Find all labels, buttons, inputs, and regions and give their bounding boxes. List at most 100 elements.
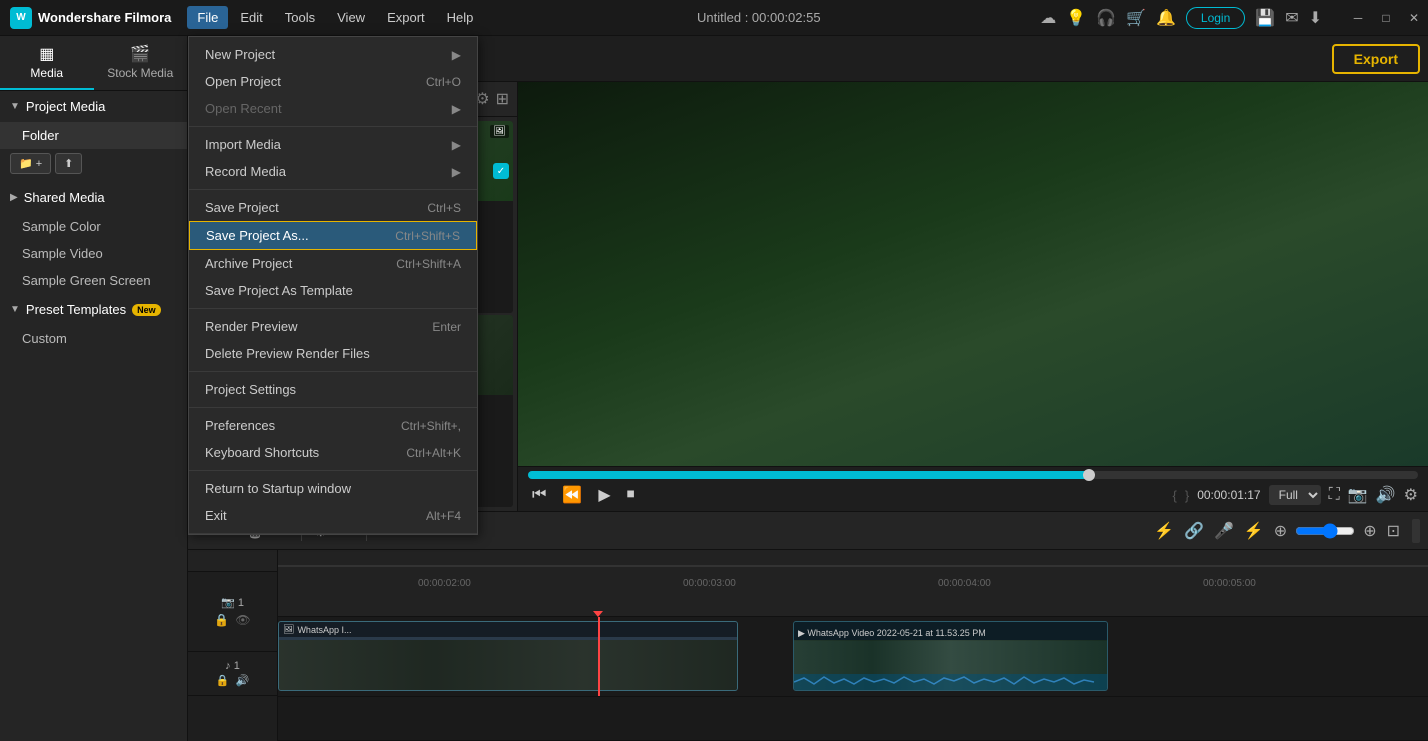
time-display: 00:00:01:17: [1197, 488, 1260, 502]
new-folder-icon: 📁: [19, 157, 33, 170]
maximize-button[interactable]: □: [1372, 4, 1400, 32]
project-settings-label: Project Settings: [205, 382, 296, 397]
collapse-handle[interactable]: [1412, 519, 1420, 543]
sidebar-item-custom[interactable]: Custom: [0, 325, 187, 352]
close-button[interactable]: ✕: [1400, 4, 1428, 32]
menu-file[interactable]: File: [187, 6, 228, 29]
sidebar-item-sample-green[interactable]: Sample Green Screen: [0, 267, 187, 294]
menu-item-save-as-template[interactable]: Save Project As Template: [189, 277, 477, 304]
menu-item-keyboard-shortcuts[interactable]: Keyboard Shortcuts Ctrl+Alt+K: [189, 439, 477, 466]
video-clip[interactable]: ▶ WhatsApp Video 2022-05-21 at 11.53.25 …: [793, 621, 1108, 691]
minimize-button[interactable]: ─: [1344, 4, 1372, 32]
audio-mute-icon[interactable]: 🔊: [236, 674, 250, 687]
menu-item-delete-render-files[interactable]: Delete Preview Render Files: [189, 340, 477, 367]
preview-area: ⏮ ⏪ ▶ ⏹ { } 00:00:01:17 Full ⛶ 📷: [518, 82, 1428, 511]
open-project-shortcut: Ctrl+O: [426, 75, 461, 89]
mute-button[interactable]: 🎤: [1212, 519, 1236, 543]
lock-icon[interactable]: 🔒: [214, 613, 229, 627]
project-media-arrow: ▼: [10, 101, 20, 112]
ruler-mark-4: 00:00:04:00: [938, 578, 991, 589]
menu-edit[interactable]: Edit: [230, 6, 272, 29]
sidebar-section-preset-templates: ▼ Preset Templates New Custom: [0, 294, 187, 352]
bracket-right[interactable]: }: [1185, 488, 1189, 503]
playhead-triangle: [593, 611, 603, 617]
zoom-slider[interactable]: [1295, 523, 1355, 539]
tab-media[interactable]: ▦ Media: [0, 36, 94, 90]
menu-item-open-recent[interactable]: Open Recent ▶: [189, 95, 477, 122]
new-folder-button[interactable]: 📁 +: [10, 153, 51, 174]
zoom-out-button[interactable]: ⊕: [1361, 519, 1378, 543]
audio-lock-icon[interactable]: 🔒: [216, 674, 230, 687]
snapshot-icon[interactable]: 📷: [1348, 485, 1368, 505]
tab-stock-media[interactable]: 🎬 Stock Media: [94, 36, 188, 90]
shop-icon[interactable]: 🛒: [1126, 8, 1146, 28]
cloud-icon[interactable]: ☁: [1040, 8, 1056, 28]
mail-icon[interactable]: ✉: [1285, 8, 1298, 28]
stop-button[interactable]: ⏹: [623, 484, 639, 506]
quality-select[interactable]: Full: [1269, 485, 1321, 505]
sidebar-item-sample-video[interactable]: Sample Video: [0, 240, 187, 267]
menu-item-preferences[interactable]: Preferences Ctrl+Shift+,: [189, 412, 477, 439]
clip-connect-button[interactable]: 🔗: [1182, 519, 1206, 543]
image-clip-header: 🖼 WhatsApp I...: [279, 622, 737, 637]
menu-item-project-settings[interactable]: Project Settings: [189, 376, 477, 403]
sidebar-item-sample-color[interactable]: Sample Color: [0, 213, 187, 240]
fullscreen-icon[interactable]: ⛶: [1329, 486, 1340, 504]
menu-item-exit[interactable]: Exit Alt+F4: [189, 502, 477, 529]
delete-render-label: Delete Preview Render Files: [205, 346, 370, 361]
export-button[interactable]: Export: [1332, 44, 1420, 74]
shared-media-header[interactable]: ▶ Shared Media: [0, 182, 187, 213]
progress-handle[interactable]: [1083, 469, 1095, 481]
import-button[interactable]: ⬆: [55, 153, 82, 174]
progress-fill: [528, 471, 1089, 479]
menu-tools[interactable]: Tools: [275, 6, 325, 29]
fit-button[interactable]: ⊡: [1385, 519, 1402, 543]
media-tab-icon: ▦: [4, 44, 90, 64]
menu-item-render-preview[interactable]: Render Preview Enter: [189, 313, 477, 340]
menu-item-open-project[interactable]: Open Project Ctrl+O: [189, 68, 477, 95]
menu-export[interactable]: Export: [377, 6, 435, 29]
menu-item-import-media[interactable]: Import Media ▶: [189, 131, 477, 158]
frame-back-button[interactable]: ⏪: [558, 483, 586, 507]
image-clip[interactable]: 🖼 WhatsApp I...: [278, 621, 738, 691]
project-media-header[interactable]: ▼ Project Media: [0, 91, 187, 122]
download-icon[interactable]: ⬇: [1309, 8, 1322, 28]
track-num: 📷 1: [221, 596, 244, 609]
bulb-icon[interactable]: 💡: [1066, 8, 1086, 28]
menu-item-new-project[interactable]: New Project ▶: [189, 41, 477, 68]
archive-project-shortcut: Ctrl+Shift+A: [396, 257, 461, 271]
bracket-left[interactable]: {: [1173, 488, 1177, 503]
media-tab-label: Media: [30, 66, 63, 80]
stock-tab-label: Stock Media: [107, 66, 173, 80]
progress-bar[interactable]: [528, 471, 1418, 479]
volume-icon[interactable]: 🔊: [1376, 485, 1396, 505]
split-audio-button[interactable]: ⚡: [1242, 519, 1266, 543]
menu-item-save-project-as[interactable]: Save Project As... Ctrl+Shift+S: [189, 221, 477, 250]
ripple-edit-button[interactable]: ⚡: [1152, 519, 1176, 543]
sidebar-section-sample-color: Sample Color: [0, 213, 187, 240]
zoom-in-button[interactable]: ⊕: [1272, 519, 1289, 543]
step-back-button[interactable]: ⏮: [528, 484, 550, 506]
headphone-icon[interactable]: 🎧: [1096, 8, 1116, 28]
image2-type-icon: 🖼: [490, 125, 509, 138]
menu-help[interactable]: Help: [437, 6, 484, 29]
menu-section-7: Return to Startup window Exit Alt+F4: [189, 471, 477, 534]
playhead[interactable]: [598, 617, 600, 696]
menu-view[interactable]: View: [327, 6, 375, 29]
sidebar-item-folder[interactable]: Folder: [0, 122, 187, 149]
menu-item-record-media[interactable]: Record Media ▶: [189, 158, 477, 185]
menu-item-save-project[interactable]: Save Project Ctrl+S: [189, 194, 477, 221]
play-button[interactable]: ▶: [594, 483, 614, 507]
grid-icon[interactable]: ⊞: [496, 89, 509, 109]
save-icon[interactable]: 💾: [1255, 8, 1275, 28]
login-button[interactable]: Login: [1186, 7, 1245, 29]
audio-track-label: ♪ 1 🔒 🔊: [188, 652, 277, 696]
bell-icon[interactable]: 🔔: [1156, 8, 1176, 28]
eye-icon[interactable]: 👁: [235, 613, 250, 627]
preset-templates-header[interactable]: ▼ Preset Templates New: [0, 294, 187, 325]
menu-item-archive-project[interactable]: Archive Project Ctrl+Shift+A: [189, 250, 477, 277]
open-recent-label: Open Recent: [205, 101, 282, 116]
settings2-icon[interactable]: ⚙: [1404, 485, 1418, 505]
keyboard-shortcuts-label: Keyboard Shortcuts: [205, 445, 319, 460]
menu-item-return-startup[interactable]: Return to Startup window: [189, 475, 477, 502]
